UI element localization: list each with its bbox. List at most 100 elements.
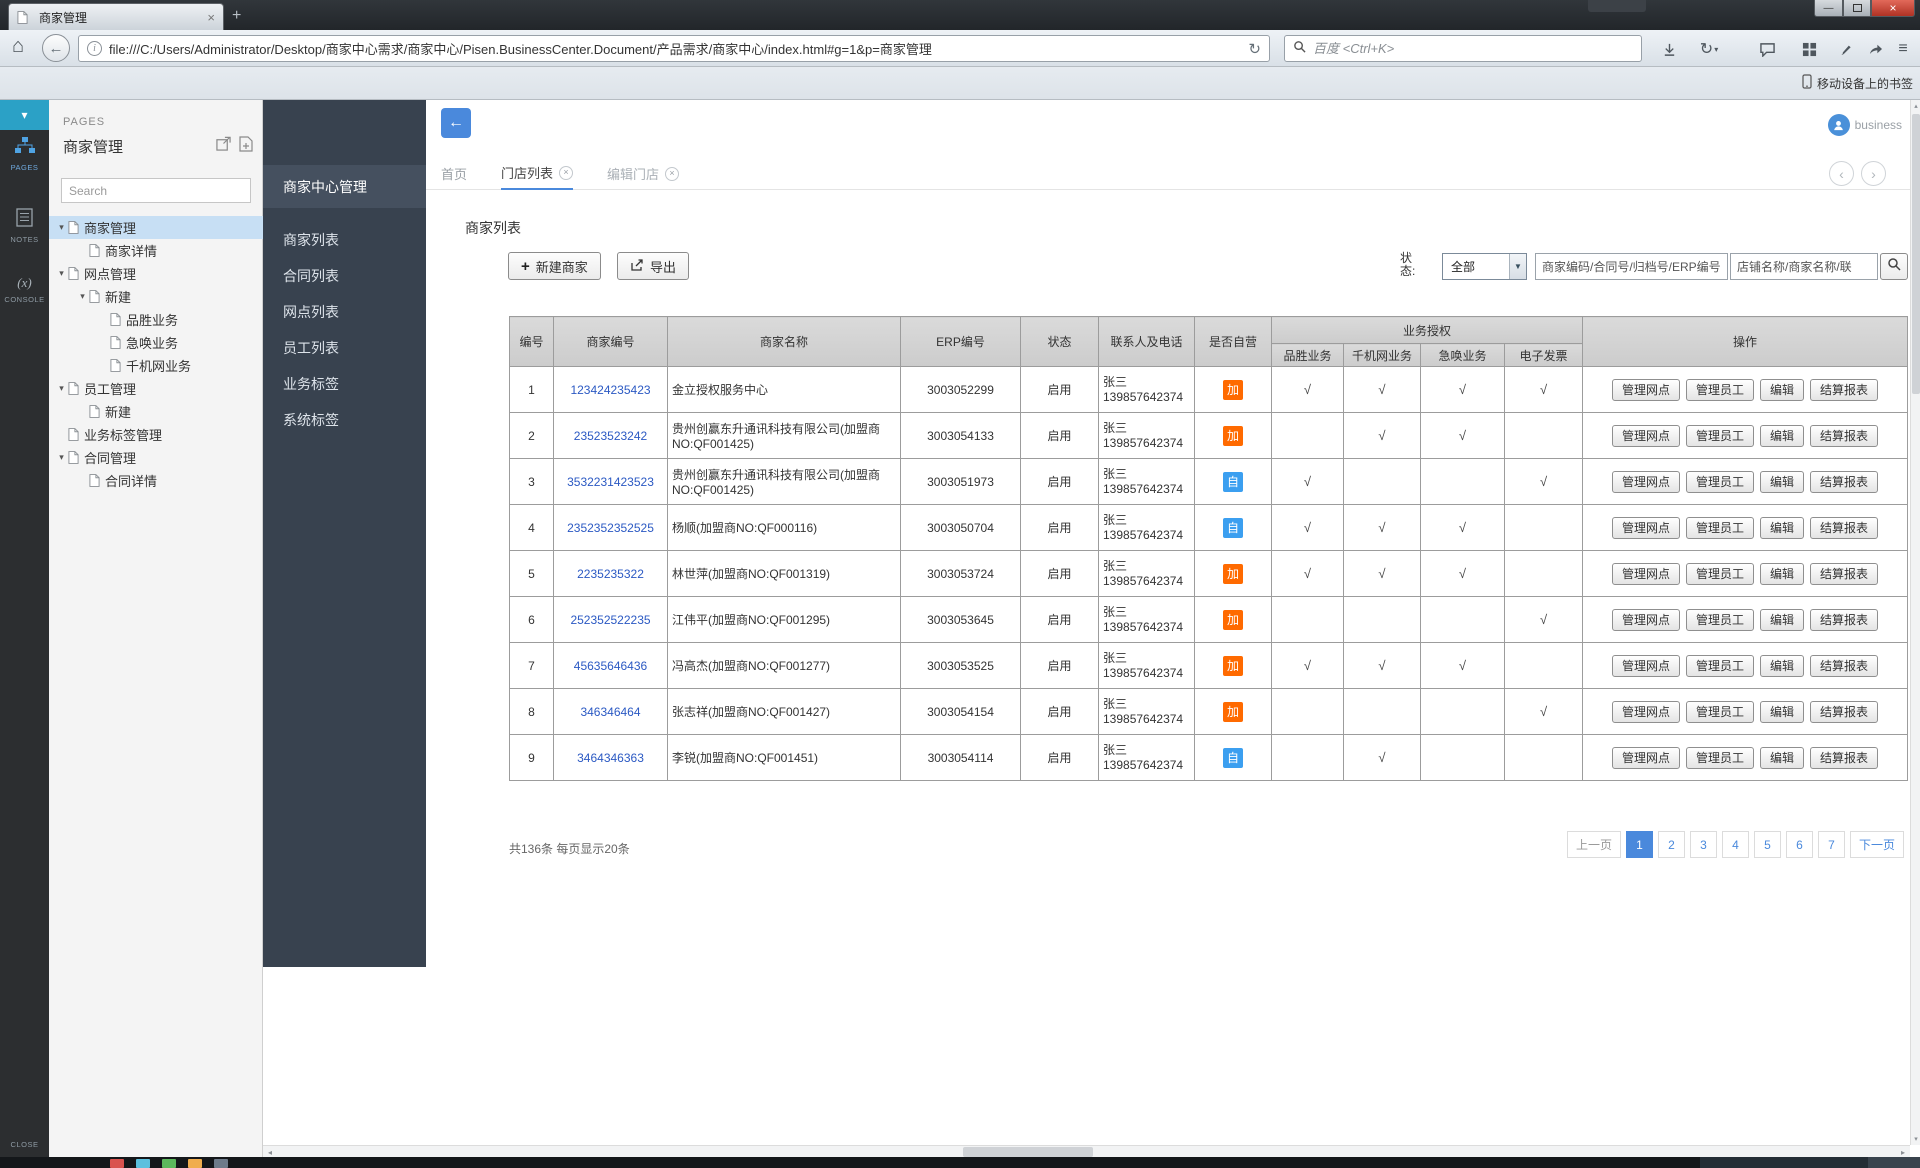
vertical-scroll-thumb[interactable]: [1912, 114, 1920, 394]
row-action-button[interactable]: 编辑: [1760, 471, 1804, 493]
horizontal-scrollbar[interactable]: ◂ ▸: [263, 1145, 1910, 1157]
row-action-button[interactable]: 管理网点: [1612, 471, 1680, 493]
row-action-button[interactable]: 编辑: [1760, 379, 1804, 401]
mobile-bookmarks-item[interactable]: 移动设备上的书签: [1802, 74, 1913, 92]
tree-item[interactable]: 千机网业务: [49, 354, 263, 377]
page-button[interactable]: 2: [1658, 831, 1685, 858]
new-merchant-button[interactable]: + 新建商家: [508, 252, 601, 280]
browser-tab[interactable]: 商家管理 ×: [8, 3, 224, 30]
status-select[interactable]: 全部 ▼: [1442, 253, 1527, 280]
page-button[interactable]: 7: [1818, 831, 1845, 858]
row-action-button[interactable]: 管理员工: [1686, 609, 1754, 631]
module-nav-item[interactable]: 业务标签: [263, 366, 426, 402]
rail-item-pages[interactable]: PAGES: [0, 136, 49, 172]
merchant-code-link[interactable]: 252352522235: [570, 613, 650, 627]
merchant-code-link[interactable]: 123424235423: [570, 383, 650, 397]
prev-page-button[interactable]: 上一页: [1567, 831, 1621, 858]
merchant-code-link[interactable]: 2352352352525: [567, 521, 654, 535]
minimize-button[interactable]: —: [1814, 0, 1843, 17]
row-action-button[interactable]: 编辑: [1760, 563, 1804, 585]
row-action-button[interactable]: 结算报表: [1810, 701, 1878, 723]
row-action-button[interactable]: 结算报表: [1810, 379, 1878, 401]
caret-down-icon[interactable]: ▾: [55, 452, 68, 463]
tab-close-icon[interactable]: ×: [207, 10, 215, 25]
tree-item[interactable]: ▾合同管理: [49, 446, 263, 469]
row-action-button[interactable]: 结算报表: [1810, 609, 1878, 631]
module-nav-item[interactable]: 网点列表: [263, 294, 426, 330]
url-text[interactable]: file:///C:/Users/Administrator/Desktop/商…: [109, 39, 1241, 58]
row-action-button[interactable]: 管理网点: [1612, 517, 1680, 539]
taskbar-app-icon[interactable]: [188, 1159, 202, 1168]
close-panel-button[interactable]: CLOSE: [0, 1140, 49, 1149]
open-external-icon[interactable]: [216, 136, 231, 157]
module-nav-item[interactable]: 商家列表: [263, 222, 426, 258]
vertical-scrollbar[interactable]: ▴ ▾: [1910, 100, 1920, 1145]
row-action-button[interactable]: 管理网点: [1612, 655, 1680, 677]
tabs-scroll-left-button[interactable]: ‹: [1829, 161, 1854, 186]
rail-item-console[interactable]: (x) CONSOLE: [0, 274, 49, 304]
row-action-button[interactable]: 编辑: [1760, 747, 1804, 769]
merchant-code-link[interactable]: 3532231423523: [567, 475, 654, 489]
row-action-button[interactable]: 管理员工: [1686, 379, 1754, 401]
taskbar-app-icon[interactable]: [110, 1159, 124, 1168]
theme-brush-icon[interactable]: [1832, 37, 1858, 61]
tree-item[interactable]: ▾员工管理: [49, 377, 263, 400]
share-icon[interactable]: [1862, 37, 1888, 61]
tree-item[interactable]: 新建: [49, 400, 263, 423]
page-button[interactable]: 3: [1690, 831, 1717, 858]
row-action-button[interactable]: 管理网点: [1612, 563, 1680, 585]
row-action-button[interactable]: 编辑: [1760, 701, 1804, 723]
messages-icon[interactable]: [1754, 37, 1780, 61]
caret-down-icon[interactable]: ▾: [55, 383, 68, 394]
scroll-up-icon[interactable]: ▴: [1911, 100, 1920, 112]
browser-search-input[interactable]: [1313, 41, 1633, 56]
horizontal-scroll-thumb[interactable]: [963, 1147, 1093, 1157]
row-action-button[interactable]: 结算报表: [1810, 563, 1878, 585]
reload-icon[interactable]: ↻: [1248, 40, 1261, 58]
page-button[interactable]: 5: [1754, 831, 1781, 858]
close-icon[interactable]: ×: [559, 166, 573, 180]
taskbar-clock-area[interactable]: [1868, 1157, 1920, 1168]
caret-down-icon[interactable]: ▾: [76, 291, 89, 302]
close-window-button[interactable]: ×: [1871, 0, 1915, 17]
tree-item[interactable]: ▾网点管理: [49, 262, 263, 285]
scroll-down-icon[interactable]: ▾: [1911, 1133, 1920, 1145]
user-chip[interactable]: business: [1828, 114, 1902, 136]
row-action-button[interactable]: 管理员工: [1686, 563, 1754, 585]
browser-back-button[interactable]: ←: [42, 34, 70, 62]
page-button[interactable]: 1: [1626, 831, 1653, 858]
row-action-button[interactable]: 管理网点: [1612, 609, 1680, 631]
taskbar-app-icon[interactable]: [162, 1159, 176, 1168]
windows-taskbar[interactable]: [0, 1157, 1920, 1168]
page-button[interactable]: 4: [1722, 831, 1749, 858]
row-action-button[interactable]: 结算报表: [1810, 471, 1878, 493]
row-action-button[interactable]: 结算报表: [1810, 425, 1878, 447]
tab-grid-icon[interactable]: [1796, 37, 1822, 61]
module-nav-item[interactable]: 合同列表: [263, 258, 426, 294]
tree-item[interactable]: ▾商家管理: [49, 216, 263, 239]
row-action-button[interactable]: 管理员工: [1686, 471, 1754, 493]
row-action-button[interactable]: 管理网点: [1612, 379, 1680, 401]
row-action-button[interactable]: 管理员工: [1686, 701, 1754, 723]
collapse-panel-button[interactable]: ▾: [0, 100, 49, 130]
add-page-icon[interactable]: [239, 136, 253, 157]
download-icon[interactable]: [1656, 37, 1682, 61]
browser-search-bar[interactable]: [1284, 35, 1642, 62]
pages-search-input[interactable]: [61, 178, 251, 203]
page-back-button[interactable]: ←: [441, 108, 471, 138]
row-action-button[interactable]: 编辑: [1760, 517, 1804, 539]
tab-edit-store[interactable]: 编辑门店 ×: [607, 157, 679, 190]
row-action-button[interactable]: 结算报表: [1810, 655, 1878, 677]
merchant-code-link[interactable]: 2235235322: [577, 567, 644, 581]
search-button[interactable]: [1880, 253, 1908, 280]
module-nav-item[interactable]: 系统标签: [263, 402, 426, 438]
maximize-button[interactable]: [1843, 0, 1871, 17]
tree-item[interactable]: 急唤业务: [49, 331, 263, 354]
module-nav-header[interactable]: 商家中心管理: [263, 165, 426, 208]
next-page-button[interactable]: 下一页: [1850, 831, 1904, 858]
home-icon[interactable]: ⌂: [12, 35, 24, 58]
row-action-button[interactable]: 编辑: [1760, 425, 1804, 447]
module-nav-item[interactable]: 员工列表: [263, 330, 426, 366]
tree-item[interactable]: 商家详情: [49, 239, 263, 262]
tree-item[interactable]: 品胜业务: [49, 308, 263, 331]
